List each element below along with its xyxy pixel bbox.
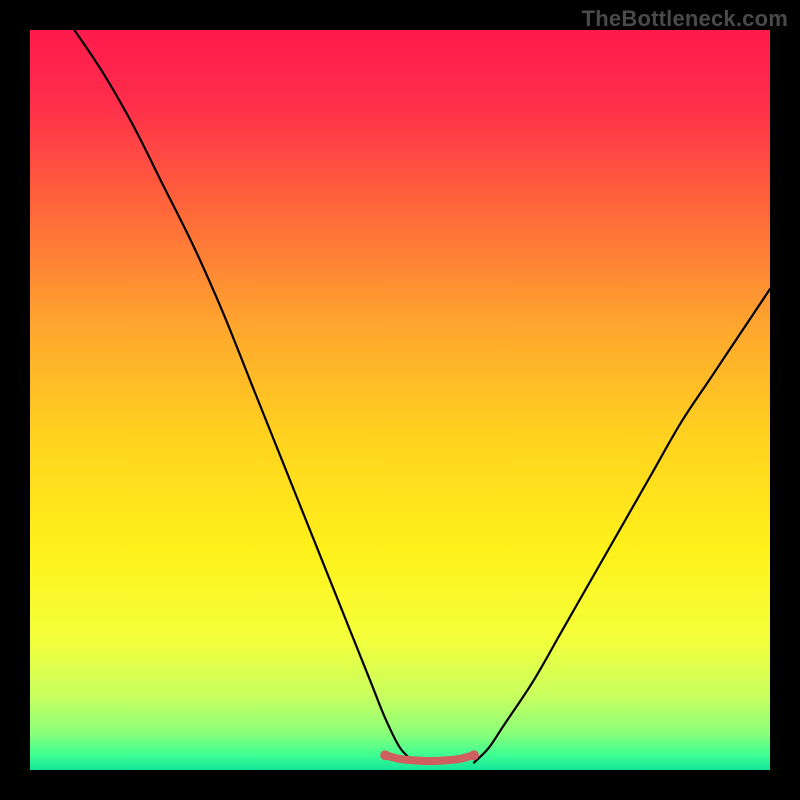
curve-left-branch — [74, 30, 414, 763]
chart-frame: TheBottleneck.com — [0, 0, 800, 800]
watermark-text: TheBottleneck.com — [582, 6, 788, 32]
curve-layer — [30, 30, 770, 770]
curve-right-branch — [474, 289, 770, 763]
plot-area — [30, 30, 770, 770]
